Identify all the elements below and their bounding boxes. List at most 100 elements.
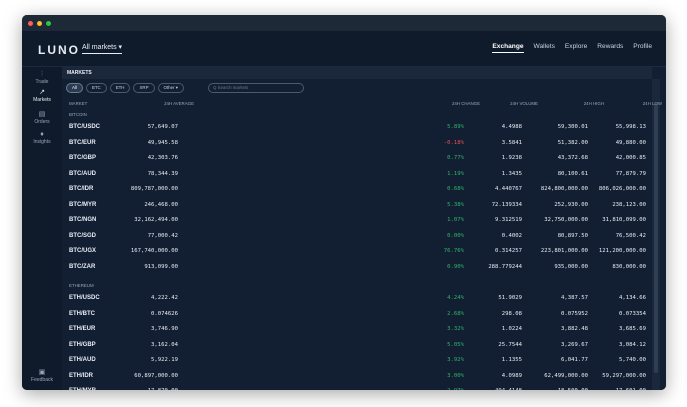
sidebar-item-insights[interactable]: ♦ Insights [22,131,62,145]
col-header-low[interactable]: 24H LOW [643,101,662,106]
table-row[interactable]: ETH/AUD 5,922.19 3.92% 1.1355 6,041.77 5,740.… [62,354,650,368]
low-cell: 0.073354 [619,310,646,317]
panel-header: MARKETS [62,67,652,79]
sidebar-item-label: Orders [34,119,50,125]
table-row[interactable]: BTC/ZAR 913,099.00 0.90% 288.779244 935,000.… [62,261,650,275]
average-cell: 809,787,000.00 [130,186,178,192]
sidebar-item-markets[interactable]: ↗ Markets [22,89,62,103]
filter-chip-other[interactable]: Other ▾ [157,83,184,93]
group-header-bitcoin: BITCOIN [69,112,87,117]
average-cell: 77,000.42 [147,232,178,239]
change-cell: 5.89% [447,124,464,130]
filter-chip-xrp[interactable]: XRP [133,83,155,93]
maximize-window-icon[interactable] [46,20,51,26]
change-cell: 1.07% [447,217,464,223]
table-row[interactable]: BTC/UGX 167,740,000.00 76.76% 0.314257 223,8… [62,245,650,259]
col-header-change[interactable]: 24H CHANGE [452,101,480,106]
low-cell: 55,998.13 [615,124,646,130]
market-cell: BTC/IDR [69,186,94,192]
volume-cell: 9.312519 [495,217,522,223]
average-cell: 0.074626 [151,310,178,317]
volume-cell: 3.5841 [501,139,522,146]
table-row[interactable]: BTC/GBP 42,303.76 0.77% 1.9238 43,372.68 42,0… [62,152,650,166]
change-cell: -0.18% [443,139,464,146]
average-cell: 5,922.19 [151,357,178,363]
high-cell: 80,100.61 [557,170,588,177]
average-cell: 4,222.42 [151,295,178,301]
volume-cell: 298.08 [501,310,522,317]
nav-link-exchange[interactable]: Exchange [492,43,524,53]
table-row[interactable]: BTC/AUD 78,344.39 1.19% 1.3435 80,100.61 77,8… [62,168,650,182]
trade-icon: ⫶ [41,71,43,78]
high-cell: 62,499,000.00 [544,372,588,379]
filter-chip-all[interactable]: All [66,83,83,93]
change-cell: 0.00% [447,232,464,239]
market-cell: BTC/MYR [69,201,97,208]
logo[interactable]: LUNO [38,43,80,57]
table-row[interactable]: ETH/BTC 0.074626 2.68% 298.08 0.075952 0.0733… [62,308,650,322]
minimize-window-icon[interactable] [37,20,42,26]
table-row[interactable]: ETH/USDC 4,222.42 4.24% 51.9029 4,387.57 4,13… [62,292,650,306]
high-cell: 80,897.50 [557,232,588,239]
market-select[interactable]: All markets ▾ [82,43,123,54]
average-cell: 167,740,000.00 [130,248,178,254]
table-row[interactable]: ETH/MYR 17,870.00 2.97% 494.4148 18,500.00 17… [62,385,650,390]
high-cell: 935,000.00 [554,263,588,270]
volume-cell: 0.4002 [501,232,522,239]
high-cell: 59,300.01 [557,124,588,130]
average-cell: 246,468.00 [144,201,178,208]
low-cell: 238,123.00 [612,201,646,208]
table-row[interactable]: ETH/IDR 60,897,000.00 3.00% 4.0989 62,499,00… [62,370,650,384]
high-cell: 252,930.00 [554,201,588,208]
change-cell: 0.77% [447,155,464,161]
sidebar-item-label: Markets [33,97,51,103]
col-header-market[interactable]: MARKET [69,101,87,106]
table-row[interactable]: BTC/SGD 77,000.42 0.00% 0.4002 80,897.50 76,5… [62,230,650,244]
sidebar-item-orders[interactable]: ▤ Orders [22,111,62,125]
average-cell: 32,162,494.00 [134,217,178,223]
low-cell: 76,500.42 [615,232,646,239]
close-window-icon[interactable] [28,20,33,26]
table-row[interactable]: ETH/EUR 3,746.90 3.32% 1.0224 3,882.48 3,685.… [62,323,650,337]
high-cell: 824,800,000.00 [540,186,588,192]
market-cell: ETH/AUD [69,357,96,363]
table-row[interactable]: BTC/NGN 32,162,494.00 1.07% 9.312519 32,750,… [62,214,650,228]
volume-cell: 1.9238 [501,155,522,161]
col-header-high[interactable]: 24H HIGH [584,101,604,106]
table-row[interactable]: BTC/USDC 57,649.07 5.89% 4.4988 59,300.01 55,… [62,121,650,135]
table-row[interactable]: BTC/MYR 246,468.00 5.38% 72.139334 252,930.0… [62,199,650,213]
filter-chip-eth[interactable]: ETH [109,83,131,93]
search-input[interactable]: Q Search markets [208,83,304,93]
market-cell: BTC/USDC [69,124,100,130]
nav-link-profile[interactable]: Profile [633,43,652,53]
top-navigation: LUNO All markets ▾ Exchange Wallets Explor… [22,31,666,67]
table-row[interactable]: BTC/IDR 809,787,000.00 0.68% 4.440767 824,80… [62,183,650,197]
change-cell: 1.19% [447,170,464,177]
nav-link-explore[interactable]: Explore [565,43,587,53]
col-header-average[interactable]: 24H AVERAGE [164,101,194,106]
orders-icon: ▤ [38,111,46,118]
table-row[interactable]: ETH/GBP 3,162.04 5.05% 25.7544 3,269.67 3,084… [62,339,650,353]
average-cell: 78,344.39 [147,170,178,177]
scrollbar[interactable] [652,79,660,390]
scrollbar-thumb[interactable] [654,103,658,373]
average-cell: 3,162.04 [151,341,178,348]
table-row[interactable]: BTC/EUR 49,945.58 -0.18% 3.5841 51,382.00 49,… [62,137,650,151]
sidebar-item-trade[interactable]: ⫶ Trade [22,71,62,85]
col-header-volume[interactable]: 24H VOLUME [510,101,538,106]
sidebar-item-feedback[interactable]: ▣ Feedback [22,369,62,383]
average-cell: 49,945.58 [147,139,178,146]
change-cell: 2.68% [447,310,464,317]
nav-link-wallets[interactable]: Wallets [534,43,555,53]
nav-link-rewards[interactable]: Rewards [597,43,623,53]
group-header-ethereum: ETHEREUM [69,283,94,288]
volume-cell: 4.0989 [501,372,522,379]
volume-cell: 494.4148 [495,388,522,390]
bulb-icon: ♦ [40,131,44,138]
filter-chip-btc[interactable]: BTC [85,83,107,93]
average-cell: 17,870.00 [148,388,178,390]
change-cell: 3.00% [447,372,464,379]
market-cell: ETH/USDC [69,295,100,301]
low-cell: 49,880.00 [615,139,646,146]
market-cell: BTC/GBP [69,155,96,161]
